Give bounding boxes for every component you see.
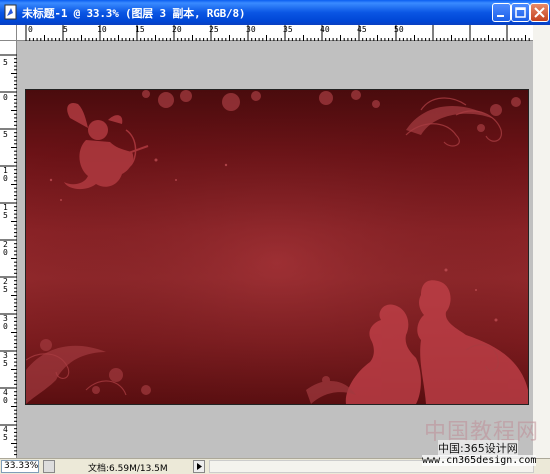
close-icon bbox=[534, 7, 545, 18]
ruler-label: 30 bbox=[3, 314, 8, 331]
ruler-label: 20 bbox=[172, 25, 182, 34]
ruler-label: 5 bbox=[3, 58, 8, 67]
watermark-subtitle: 中国:365设计网 bbox=[438, 440, 518, 456]
ruler-label: 30 bbox=[246, 25, 256, 34]
title-bar[interactable]: 未标题-1 @ 33.3% (图层 3 副本, RGB/8) bbox=[0, 0, 550, 25]
ruler-label: 25 bbox=[209, 25, 219, 34]
ruler-label: 40 bbox=[3, 388, 8, 405]
ruler-label: 5 bbox=[63, 25, 68, 34]
ruler-label: 50 bbox=[394, 25, 404, 34]
valentine-artwork bbox=[26, 90, 528, 404]
ruler-label: 15 bbox=[3, 203, 8, 220]
zoom-level-field[interactable]: 33.33% bbox=[1, 460, 39, 473]
minimize-icon bbox=[497, 15, 504, 17]
ruler-label: 40 bbox=[320, 25, 330, 34]
photoshop-document-window: 未标题-1 @ 33.3% (图层 3 副本, RGB/8) 0 5 10 15… bbox=[0, 0, 550, 474]
horizontal-ruler[interactable]: 0 5 10 15 20 25 30 35 40 45 50 bbox=[17, 25, 533, 41]
maximize-icon bbox=[515, 7, 526, 18]
document-canvas[interactable] bbox=[25, 89, 529, 405]
status-arrow-button[interactable] bbox=[193, 460, 205, 473]
canvas-pasteboard[interactable] bbox=[17, 41, 533, 458]
ruler-origin[interactable] bbox=[0, 25, 17, 41]
maximize-button[interactable] bbox=[511, 3, 530, 22]
ruler-label: 20 bbox=[3, 240, 8, 257]
document-icon bbox=[4, 4, 17, 20]
vertical-ruler[interactable]: 5 0 5 10 15 20 25 30 35 40 45 bbox=[0, 41, 17, 458]
close-button[interactable] bbox=[530, 3, 549, 22]
watermark-url: www.cn365design.com bbox=[422, 455, 537, 466]
ruler-label: 10 bbox=[97, 25, 107, 34]
ruler-label: 10 bbox=[3, 166, 8, 183]
ruler-label: 5 bbox=[3, 130, 8, 139]
document-size-info: 文档:6.59M/13.5M bbox=[88, 464, 168, 474]
ruler-label: 45 bbox=[3, 425, 8, 442]
ruler-label: 35 bbox=[3, 351, 8, 368]
vertical-scrollbar[interactable] bbox=[533, 25, 550, 458]
ruler-label: 0 bbox=[3, 93, 8, 102]
ruler-label: 0 bbox=[28, 25, 33, 34]
watermark: 中国教程网 中国:365设计网 www.cn365design.com bbox=[418, 412, 550, 474]
window-title: 未标题-1 @ 33.3% (图层 3 副本, RGB/8) bbox=[22, 7, 246, 20]
ruler-label: 45 bbox=[357, 25, 367, 34]
ruler-label: 35 bbox=[283, 25, 293, 34]
ruler-label: 25 bbox=[3, 277, 8, 294]
minimize-button[interactable] bbox=[492, 3, 511, 22]
play-arrow-icon bbox=[197, 463, 202, 470]
ruler-label: 15 bbox=[135, 25, 145, 34]
ruler-ticks bbox=[25, 25, 530, 41]
status-menu-button[interactable] bbox=[43, 460, 55, 473]
